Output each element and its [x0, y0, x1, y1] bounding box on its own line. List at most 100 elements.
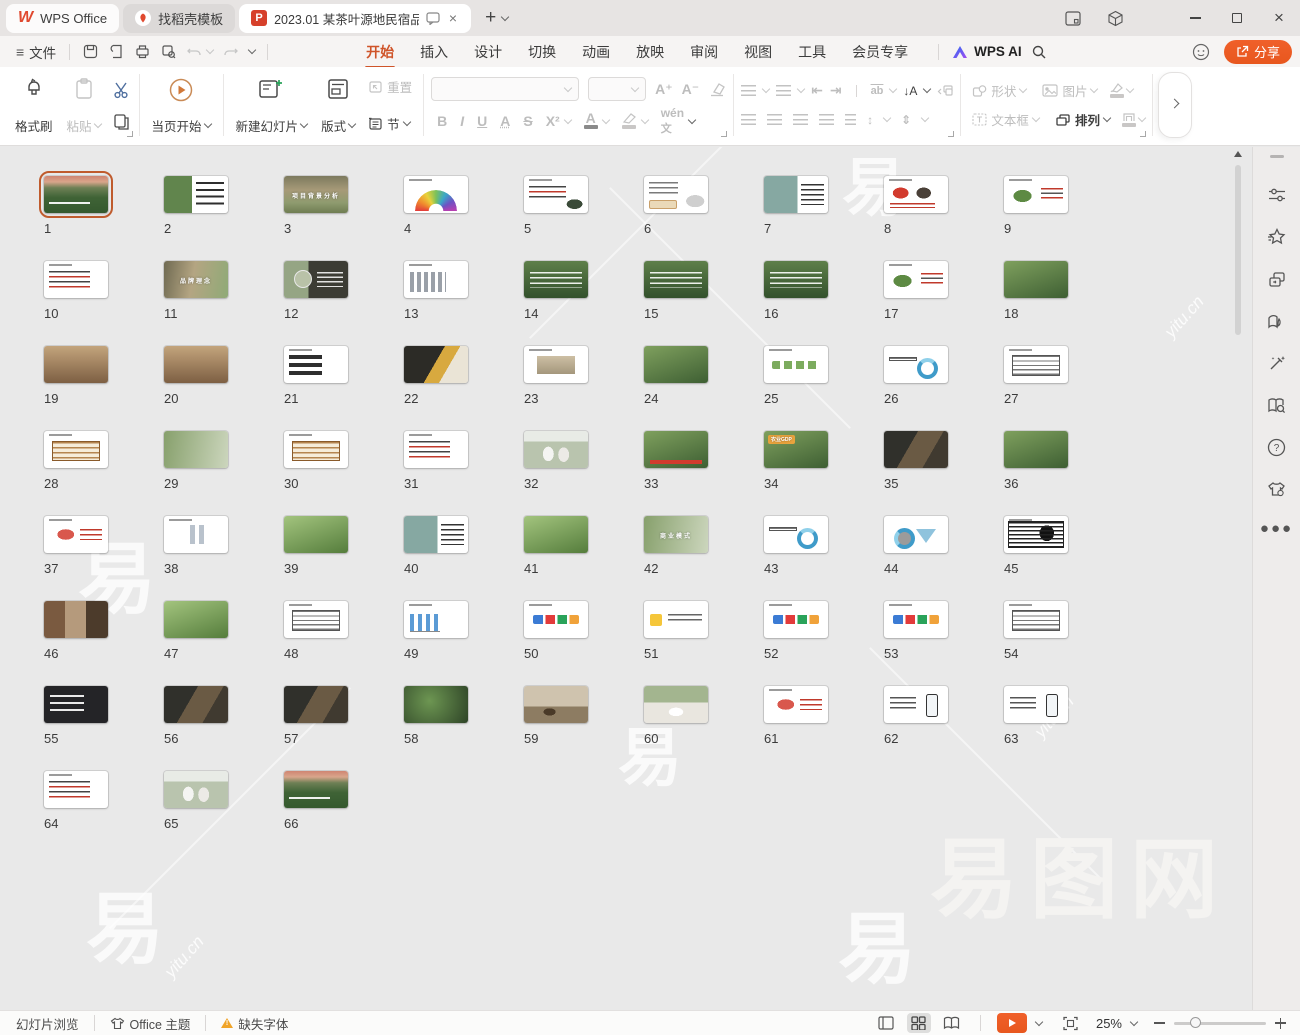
scrollbar-thumb[interactable] — [1235, 165, 1241, 335]
layout-button[interactable]: 版式 — [316, 72, 360, 138]
theme-button[interactable]: Office 主题 — [102, 1014, 199, 1033]
slide-thumbnail-25[interactable] — [764, 346, 828, 383]
slide-thumbnail-35[interactable] — [884, 431, 948, 468]
search-icon[interactable] — [1026, 41, 1052, 63]
slide-thumbnail-39[interactable] — [284, 516, 348, 553]
slide-thumbnail-54[interactable] — [1004, 601, 1068, 638]
slide-thumbnail-19[interactable] — [44, 346, 108, 383]
menu-tab-视图[interactable]: 视图 — [731, 37, 785, 67]
docer-resources-icon[interactable] — [1262, 222, 1292, 252]
fit-to-window-icon[interactable] — [1059, 1013, 1083, 1033]
slide-thumbnail-27[interactable] — [1004, 346, 1068, 383]
slide-thumbnail-18[interactable] — [1004, 261, 1068, 298]
smart-beautify-icon[interactable] — [1262, 348, 1292, 378]
slide-thumbnail-59[interactable] — [524, 686, 588, 723]
slide-thumbnail-3[interactable]: 项目背景分析 — [284, 176, 348, 213]
export-pdf-icon[interactable] — [103, 41, 129, 63]
font-expand-icon[interactable] — [721, 131, 727, 137]
file-menu[interactable]: ≡ 文件 — [10, 42, 62, 62]
close-window-button[interactable]: × — [1258, 0, 1300, 36]
slide-thumbnail-36[interactable] — [1004, 431, 1068, 468]
slide-thumbnail-64[interactable] — [44, 771, 108, 808]
slide-thumbnail-52[interactable] — [764, 601, 828, 638]
slide-thumbnail-9[interactable] — [1004, 176, 1068, 213]
tab-list-chevron-icon[interactable] — [501, 12, 509, 20]
slide-thumbnail-17[interactable] — [884, 261, 948, 298]
copy-icon[interactable] — [112, 112, 130, 130]
slideshow-play-button[interactable] — [997, 1013, 1027, 1033]
help-icon[interactable]: ? — [1262, 432, 1292, 462]
slide-thumbnail-51[interactable] — [644, 601, 708, 638]
slide-thumbnail-10[interactable] — [44, 261, 108, 298]
slide-thumbnail-44[interactable] — [884, 516, 948, 553]
slide-thumbnail-21[interactable] — [284, 346, 348, 383]
close-document-icon[interactable]: × — [447, 10, 459, 26]
slide-thumbnail-15[interactable] — [644, 261, 708, 298]
clipboard-expand-icon[interactable] — [127, 131, 133, 137]
normal-view-icon[interactable] — [874, 1013, 898, 1033]
find-replace-icon[interactable] — [1262, 390, 1292, 420]
new-slide-button[interactable]: 新建幻灯片 — [231, 72, 313, 138]
slide-thumbnail-46[interactable] — [44, 601, 108, 638]
slide-sorter-view-icon[interactable] — [907, 1013, 931, 1033]
slide-thumbnail-41[interactable] — [524, 516, 588, 553]
tab-docer-templates[interactable]: 找稻壳模板 — [123, 4, 235, 33]
slide-thumbnail-5[interactable] — [524, 176, 588, 213]
menu-tab-会员专享[interactable]: 会员专享 — [839, 37, 921, 67]
slide-thumbnail-4[interactable] — [404, 176, 468, 213]
zoom-in-button[interactable] — [1275, 1018, 1286, 1029]
maximize-button[interactable] — [1216, 0, 1258, 36]
section-button[interactable]: 节 — [364, 111, 416, 136]
slide-thumbnail-37[interactable] — [44, 516, 108, 553]
slide-thumbnail-57[interactable] — [284, 686, 348, 723]
slide-thumbnail-34[interactable]: 农业GDP — [764, 431, 828, 468]
switch-pages-icon[interactable] — [1262, 264, 1292, 294]
menu-tab-审阅[interactable]: 审阅 — [677, 37, 731, 67]
slide-thumbnail-63[interactable] — [1004, 686, 1068, 723]
slide-sorter-canvas[interactable]: 易 易 易 易 易 yitu.cn yitu.cn yitu.cn 易图网 12… — [0, 147, 1252, 1010]
skin-settings-icon[interactable] — [1262, 474, 1292, 504]
slide-thumbnail-50[interactable] — [524, 601, 588, 638]
workspace-cube-icon[interactable] — [1094, 0, 1136, 36]
slide-thumbnail-61[interactable] — [764, 686, 828, 723]
slide-thumbnail-47[interactable] — [164, 601, 228, 638]
slide-thumbnail-26[interactable] — [884, 346, 948, 383]
slide-thumbnail-38[interactable] — [164, 516, 228, 553]
insert-expand-icon[interactable] — [1140, 131, 1146, 137]
more-tools-icon[interactable]: ●●● — [1260, 520, 1293, 537]
play-options-chevron-icon[interactable] — [1035, 1017, 1043, 1025]
slide-thumbnail-29[interactable] — [164, 431, 228, 468]
format-painter-button[interactable]: 格式刷 — [10, 72, 58, 138]
slide-thumbnail-6[interactable] — [644, 176, 708, 213]
print-icon[interactable] — [129, 41, 155, 63]
slide-thumbnail-65[interactable] — [164, 771, 228, 808]
reading-view-icon[interactable] — [940, 1013, 964, 1033]
feedback-icon[interactable] — [1188, 41, 1214, 63]
slide-thumbnail-33[interactable] — [644, 431, 708, 468]
menu-tab-切换[interactable]: 切换 — [515, 37, 569, 67]
share-button[interactable]: 分享 — [1224, 40, 1292, 64]
slide-thumbnail-49[interactable] — [404, 601, 468, 638]
slide-thumbnail-56[interactable] — [164, 686, 228, 723]
print-preview-icon[interactable] — [155, 41, 181, 63]
user-avatar[interactable] — [1144, 7, 1166, 29]
slide-thumbnail-2[interactable] — [164, 176, 228, 213]
arrange-button[interactable]: 排列 — [1051, 107, 1114, 132]
scroll-up-icon[interactable] — [1234, 151, 1242, 157]
menu-tab-开始[interactable]: 开始 — [353, 37, 407, 67]
new-tab-button[interactable]: + — [485, 7, 496, 29]
slide-thumbnail-42[interactable]: 商业模式 — [644, 516, 708, 553]
menu-tab-动画[interactable]: 动画 — [569, 37, 623, 67]
zoom-slider-thumb[interactable] — [1190, 1017, 1201, 1028]
material-library-icon[interactable] — [1262, 306, 1292, 336]
slide-thumbnail-16[interactable] — [764, 261, 828, 298]
menu-tab-放映[interactable]: 放映 — [623, 37, 677, 67]
tab-wps-office[interactable]: W WPS Office — [6, 4, 119, 33]
minimize-button[interactable] — [1174, 0, 1216, 36]
vertical-scrollbar[interactable] — [1232, 151, 1244, 335]
redo-chevron-icon[interactable] — [248, 46, 256, 54]
slide-thumbnail-11[interactable]: 品牌理念 — [164, 261, 228, 298]
slide-thumbnail-24[interactable] — [644, 346, 708, 383]
properties-icon[interactable] — [1262, 180, 1292, 210]
slide-thumbnail-20[interactable] — [164, 346, 228, 383]
